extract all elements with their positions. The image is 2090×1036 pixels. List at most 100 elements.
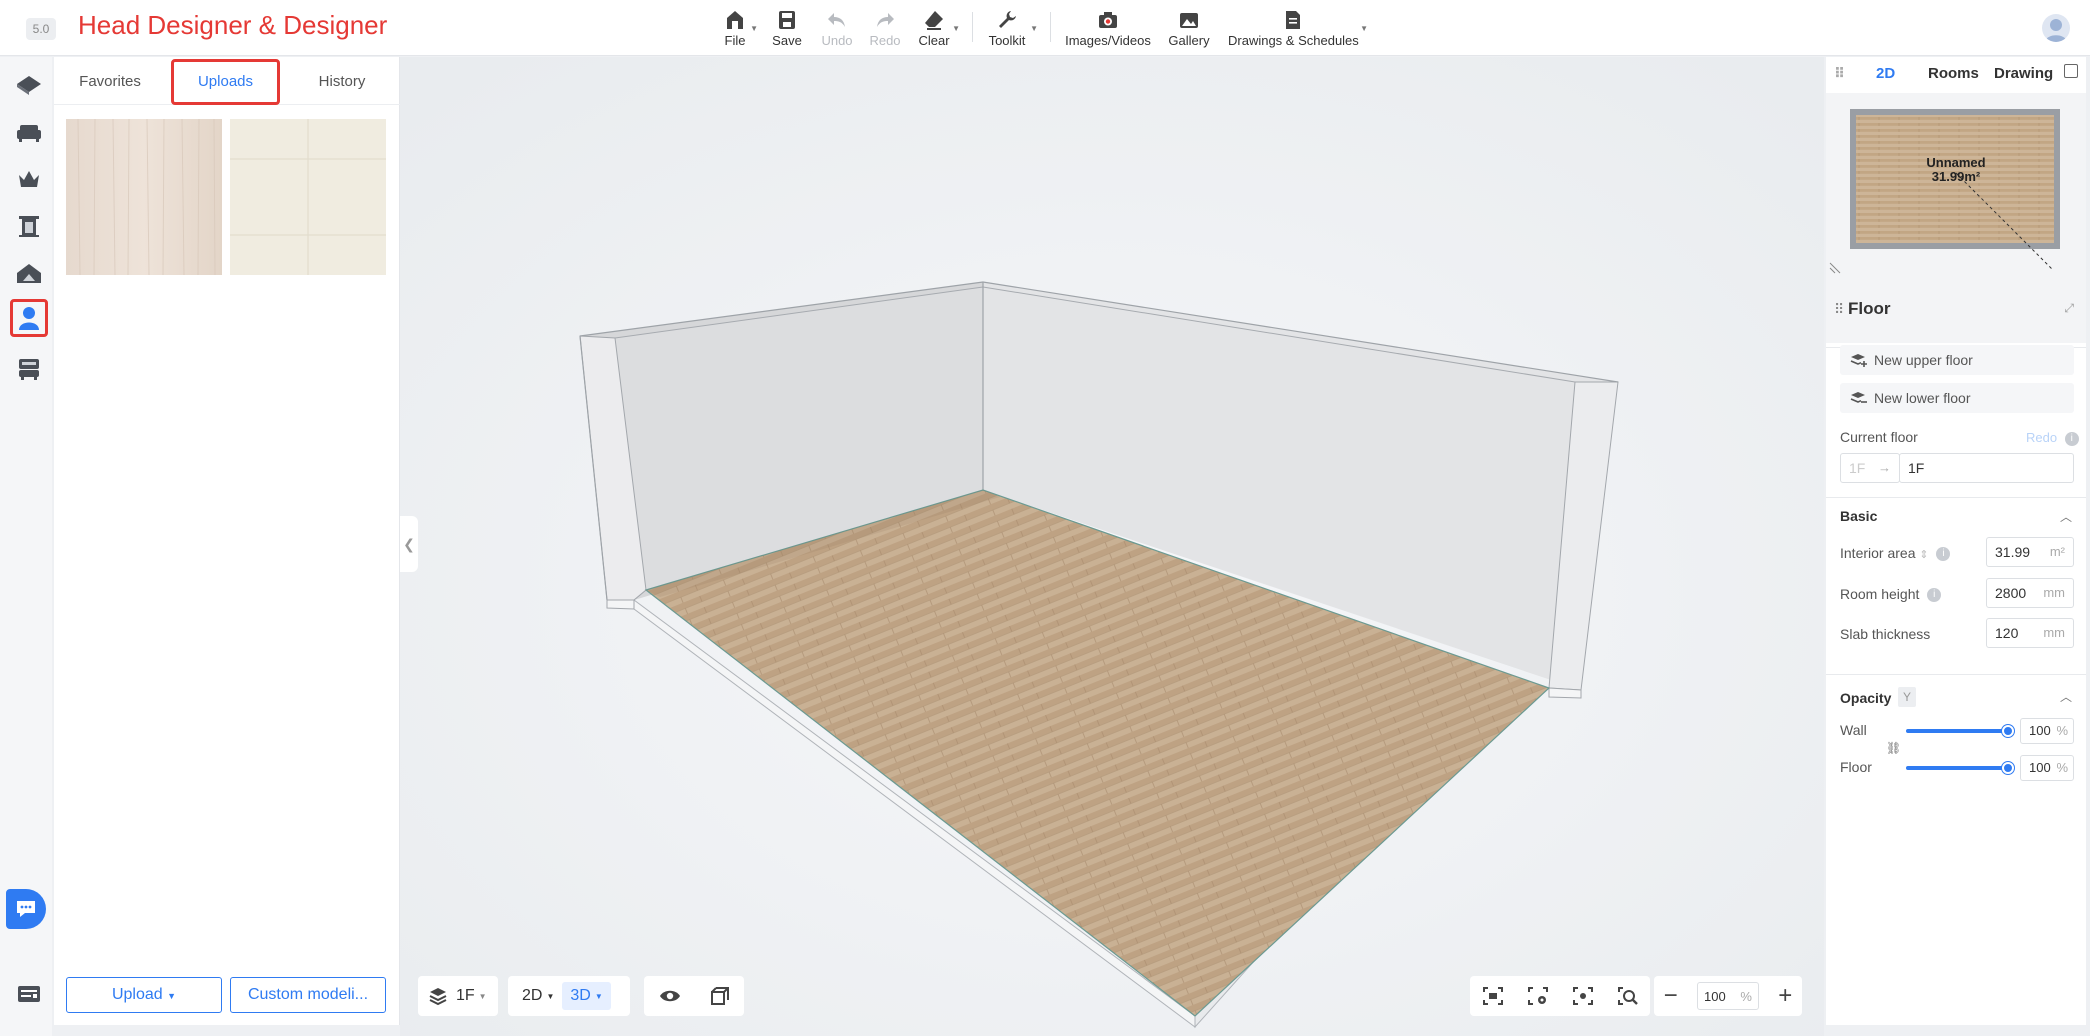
view-2d-button[interactable]: 2D ▼ bbox=[514, 982, 562, 1010]
visibility-button[interactable] bbox=[659, 988, 681, 1004]
gallery-icon bbox=[1180, 13, 1198, 28]
rail-settings-button[interactable] bbox=[10, 975, 48, 1013]
undo-button[interactable]: Undo bbox=[820, 8, 854, 50]
wrench-icon bbox=[999, 11, 1016, 28]
interior-area-text: Interior area bbox=[1840, 545, 1916, 561]
sort-icon[interactable]: ⇕ bbox=[1919, 549, 1928, 561]
floor-opacity-label: Floor bbox=[1840, 759, 1872, 775]
wall-opacity-field[interactable]: 100 % bbox=[2020, 718, 2074, 744]
wood-texture-image bbox=[66, 118, 222, 276]
current-floor-code-field[interactable]: 1F → bbox=[1840, 453, 1900, 483]
tab-uploads[interactable]: Uploads bbox=[171, 59, 280, 105]
link-icon[interactable]: ⛓ bbox=[1886, 741, 1901, 755]
current-floor-name-field[interactable]: 1F bbox=[1899, 453, 2074, 483]
collapse-library-button[interactable]: ❮ bbox=[400, 516, 418, 572]
gallery-label: Gallery bbox=[1168, 33, 1210, 48]
3d-viewport[interactable] bbox=[400, 57, 1824, 1036]
store-icon bbox=[19, 359, 39, 380]
focus-icon bbox=[1572, 987, 1593, 1005]
room-height-field[interactable]: 2800 mm bbox=[1986, 578, 2074, 608]
upload-button-label: Upload bbox=[111, 986, 163, 1003]
panel-icon bbox=[18, 986, 40, 1002]
undo-label: Undo bbox=[821, 33, 853, 48]
file-menu-button[interactable]: File ▼ bbox=[722, 8, 758, 50]
wall-opacity-knob[interactable] bbox=[2002, 725, 2014, 737]
zoom-input[interactable]: 100 % bbox=[1696, 982, 1759, 1010]
cube-view-button[interactable] bbox=[710, 986, 730, 1006]
gallery-button[interactable]: Gallery bbox=[1166, 8, 1212, 50]
house-icon bbox=[17, 264, 41, 283]
tile-texture-image bbox=[230, 119, 386, 275]
zoom-out-button[interactable]: − bbox=[1664, 982, 1678, 1010]
tab-2d[interactable]: 2D bbox=[1876, 65, 1895, 82]
zoom-unit: % bbox=[1740, 988, 1752, 1004]
rail-door-window-button[interactable] bbox=[10, 207, 48, 245]
drag-handle-icon[interactable]: ⠿ bbox=[1834, 301, 1844, 318]
tab-rooms[interactable]: Rooms bbox=[1928, 65, 1979, 82]
floor-opacity-field[interactable]: 100 % bbox=[2020, 755, 2074, 781]
clear-button[interactable]: Clear ▼ bbox=[918, 8, 960, 50]
opacity-section-title: Opacity bbox=[1840, 690, 1892, 706]
upload-button[interactable]: Upload ▼ bbox=[66, 977, 222, 1013]
floor-opacity-unit: % bbox=[2056, 760, 2068, 775]
layer-down-icon bbox=[1850, 392, 1867, 403]
interior-area-field[interactable]: 31.99 m² bbox=[1986, 537, 2074, 567]
focus-button[interactable] bbox=[1572, 986, 1594, 1006]
drawings-schedules-button[interactable]: Drawings & Schedules ▼ bbox=[1228, 8, 1368, 50]
minimap-room-area: 31.99m² bbox=[1932, 169, 1981, 184]
redo-button[interactable]: Redo bbox=[868, 8, 902, 50]
view-3d-button[interactable]: 3D ▼ bbox=[562, 982, 611, 1010]
chevron-up-icon[interactable]: ︿ bbox=[2060, 508, 2072, 525]
user-icon bbox=[2045, 19, 2067, 42]
toolkit-button[interactable]: Toolkit ▼ bbox=[986, 8, 1038, 50]
user-avatar[interactable] bbox=[2042, 14, 2070, 42]
chevron-up-icon[interactable]: ︿ bbox=[2060, 688, 2072, 705]
tab-drawing[interactable]: Drawing bbox=[1994, 65, 2053, 82]
save-button[interactable]: Save bbox=[772, 8, 802, 50]
rail-exterior-button[interactable] bbox=[10, 254, 48, 292]
tab-favorites[interactable]: Favorites bbox=[60, 59, 160, 105]
search-frame-icon bbox=[1617, 987, 1638, 1005]
floor-opacity-slider[interactable] bbox=[1906, 766, 2006, 770]
interior-area-unit: m² bbox=[2049, 544, 2065, 559]
tab-history[interactable]: History bbox=[292, 59, 392, 105]
new-upper-floor-button[interactable]: New upper floor bbox=[1840, 345, 2074, 375]
floor-switcher[interactable]: 1F ▼ bbox=[418, 976, 498, 1016]
crown-icon bbox=[19, 171, 39, 187]
popout-icon[interactable] bbox=[2064, 64, 2078, 78]
door-icon bbox=[19, 216, 39, 237]
minimap-room-name: Unnamed bbox=[1926, 155, 1985, 170]
rail-furniture-button[interactable] bbox=[10, 113, 48, 151]
chevron-down-icon: ▼ bbox=[1030, 24, 1038, 33]
expand-icon[interactable]: ⤢ bbox=[2064, 301, 2074, 316]
room-3d-render bbox=[400, 57, 1824, 1036]
zoom-in-button[interactable]: + bbox=[1778, 982, 1792, 1010]
new-lower-floor-button[interactable]: New lower floor bbox=[1840, 383, 2074, 413]
new-lower-floor-label: New lower floor bbox=[1874, 390, 1971, 406]
images-videos-button[interactable]: Images/Videos bbox=[1064, 8, 1152, 50]
current-floor-redo-label: Redo bbox=[2026, 430, 2058, 445]
rail-decor-button[interactable] bbox=[10, 160, 48, 198]
drag-handle-icon[interactable]: ⠿ bbox=[1834, 65, 1845, 82]
rail-store-button[interactable] bbox=[10, 349, 48, 387]
library-tabs: Favorites Uploads History bbox=[54, 57, 400, 105]
camera-icon bbox=[1099, 12, 1117, 28]
chevron-down-icon: ▼ bbox=[952, 24, 960, 33]
floor-opacity-knob[interactable] bbox=[2002, 762, 2014, 774]
rail-floorplan-button[interactable] bbox=[10, 65, 48, 103]
zoom-to-fit-button[interactable] bbox=[1617, 986, 1639, 1006]
custom-modeling-label: Custom modeli... bbox=[247, 986, 369, 1003]
arrow-right-icon: → bbox=[1878, 460, 1891, 475]
chat-button[interactable] bbox=[6, 889, 46, 929]
document-icon bbox=[1286, 11, 1300, 29]
slab-thickness-field[interactable]: 120 mm bbox=[1986, 618, 2074, 648]
upload-thumbnail-wood[interactable] bbox=[66, 118, 222, 276]
rail-my-uploads-button[interactable] bbox=[10, 299, 48, 337]
custom-modeling-button[interactable]: Custom modeli... bbox=[230, 977, 386, 1013]
wall-opacity-slider[interactable] bbox=[1906, 729, 2006, 733]
upload-thumbnail-tile[interactable] bbox=[230, 119, 386, 275]
camera-settings-button[interactable] bbox=[1527, 986, 1549, 1006]
current-floor-redo[interactable]: Redo i bbox=[2026, 430, 2079, 446]
room-height-unit: mm bbox=[2043, 585, 2065, 600]
fit-view-button[interactable] bbox=[1482, 986, 1504, 1006]
